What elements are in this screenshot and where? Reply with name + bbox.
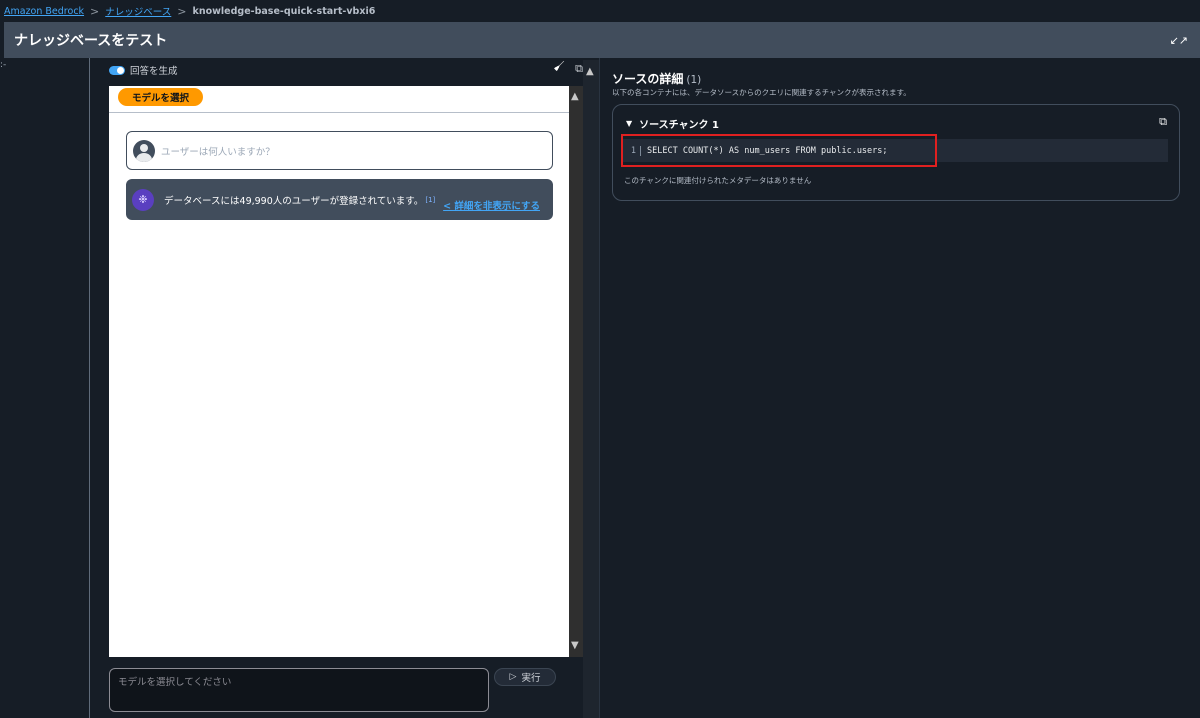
page-title: ナレッジベースをテスト bbox=[14, 33, 168, 49]
hide-details-link[interactable]: < 詳細を非表示にする bbox=[443, 198, 540, 212]
scroll-up-icon[interactable]: ▲ bbox=[571, 91, 579, 102]
copy-icon[interactable]: ⧉ bbox=[575, 62, 583, 76]
bot-message: ❉ データベースには49,990人のユーザーが登録されています。 [1] < 詳… bbox=[126, 179, 553, 220]
chat-divider bbox=[109, 112, 569, 113]
drag-handle-icon[interactable]: :- bbox=[0, 60, 6, 70]
right-divider bbox=[599, 58, 600, 718]
metadata-note: このチャンクに関連付けられたメタデータはありません bbox=[624, 176, 812, 185]
breadcrumb-separator: > bbox=[177, 4, 187, 18]
citation-link[interactable]: [1] bbox=[425, 196, 435, 204]
breadcrumb-current: knowledge-base-quick-start-vbxi6 bbox=[192, 5, 376, 17]
play-icon: ▷ bbox=[509, 672, 517, 682]
left-divider bbox=[89, 58, 90, 718]
breadcrumb-link-knowledge-base[interactable]: ナレッジベース bbox=[105, 4, 171, 18]
clear-chat-icon[interactable]: 🧹 bbox=[554, 62, 565, 76]
run-button-label: 実行 bbox=[521, 673, 541, 684]
source-count: (1) bbox=[686, 74, 702, 86]
source-chunk-title: ソースチャンク 1 bbox=[639, 120, 719, 131]
breadcrumb-separator: > bbox=[90, 4, 100, 18]
copy-chunk-icon[interactable]: ⧉ bbox=[1159, 115, 1167, 129]
generate-answer-label: 回答を生成 bbox=[130, 66, 178, 77]
highlight-annotation bbox=[621, 134, 937, 167]
collapse-icon[interactable]: ↙↗ bbox=[1170, 34, 1188, 47]
user-message-text: ユーザーは何人いますか？ bbox=[161, 146, 275, 158]
run-button[interactable]: ▷ 実行 bbox=[494, 668, 556, 686]
chat-scrollbar[interactable]: ▲ ▼ bbox=[569, 86, 583, 657]
chat-toolbar-icons: 🧹 ⧉ bbox=[554, 62, 583, 76]
source-chunk-card: ▼ ソースチャンク 1 ⧉ 1 SELECT COUNT(*) AS num_u… bbox=[612, 104, 1180, 201]
generate-answer-toggle[interactable] bbox=[109, 65, 125, 75]
caret-down-icon[interactable]: ▼ bbox=[626, 119, 632, 128]
breadcrumb: Amazon Bedrock > ナレッジベース > knowledge-bas… bbox=[0, 0, 1200, 22]
source-details-description: 以下の各コンテナには、データソースからのクエリに関連するチャンクが表示されます。 bbox=[612, 88, 911, 97]
test-panel-header: ナレッジベースをテスト ↙↗ bbox=[4, 22, 1200, 58]
source-details-title: ソースの詳細 (1) bbox=[612, 70, 701, 87]
scroll-up-icon[interactable]: ▲ bbox=[586, 66, 594, 77]
breadcrumb-link-bedrock[interactable]: Amazon Bedrock bbox=[4, 6, 84, 17]
scroll-down-icon[interactable]: ▼ bbox=[571, 640, 579, 651]
chat-toolbar: 回答を生成 🧹 ⧉ bbox=[109, 60, 583, 80]
user-avatar-icon bbox=[133, 139, 155, 162]
prompt-input[interactable]: モデルを選択してください bbox=[109, 668, 489, 712]
bot-avatar-icon: ❉ bbox=[132, 188, 154, 211]
source-details-title-text: ソースの詳細 bbox=[612, 72, 684, 86]
select-model-button[interactable]: モデルを選択 bbox=[118, 88, 204, 106]
chat-area: モデルを選択 ユーザーは何人いますか？ ❉ データベースには49,990人のユー… bbox=[109, 86, 569, 657]
user-message: ユーザーは何人いますか？ bbox=[126, 131, 553, 170]
panel-scrollbar[interactable]: ▲ bbox=[583, 60, 599, 718]
source-chunk-header[interactable]: ▼ ソースチャンク 1 bbox=[626, 116, 719, 131]
bot-message-text: データベースには49,990人のユーザーが登録されています。 bbox=[164, 195, 424, 207]
